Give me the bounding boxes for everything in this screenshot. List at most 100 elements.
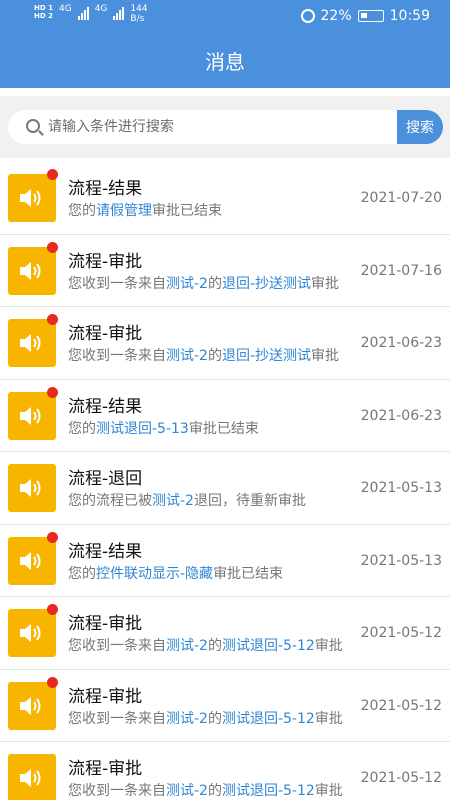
message-link[interactable]: 测试-2: [166, 276, 208, 292]
message-text: 审批: [314, 783, 343, 799]
message-text: 的: [207, 710, 222, 727]
message-title: 流程-结果: [68, 396, 143, 417]
unread-dot: [47, 386, 58, 398]
speed-value: 144: [130, 4, 148, 14]
message-text: 您收到一条来自: [68, 275, 166, 292]
message-text: 的: [207, 275, 222, 292]
message-avatar: [8, 391, 56, 440]
message-text: 审批已结束: [188, 420, 259, 437]
message-item[interactable]: 流程-审批您收到一条来自测试-2的测试退回-5-12审批 2021-05-12: [0, 669, 450, 742]
speaker-icon: [20, 696, 41, 715]
speaker-icon: [20, 189, 41, 207]
message-text: 的: [207, 348, 222, 364]
message-description: 您收到一条来自测试-2的测试退回-5-12审批: [68, 783, 358, 800]
message-link[interactable]: 测试-2: [166, 638, 208, 654]
search-bar: 搜索: [0, 96, 450, 158]
message-date: 2021-07-20: [360, 190, 442, 206]
speaker-icon: [20, 479, 41, 497]
status-right: 22% 10:59: [300, 8, 430, 24]
message-avatar: [8, 754, 56, 800]
network1-label: 4G: [58, 4, 72, 14]
status-left: HD 1 HD 2 4G 4G 144 B/s: [34, 4, 148, 24]
message-link[interactable]: 测试退回-5-12: [222, 783, 315, 799]
message-description: 您的测试退回-5-13审批已结束: [68, 421, 358, 438]
message-date: 2021-06-23: [360, 407, 442, 424]
message-title: 流程-审批: [68, 324, 143, 344]
search-icon: [26, 119, 40, 133]
message-item[interactable]: 流程-审批 您收到一条来自测试-2的退回-抄送测试审批 2021-07-16: [0, 234, 450, 307]
message-date: 2021-07-16: [360, 262, 442, 279]
message-avatar: [8, 536, 56, 585]
message-link[interactable]: 测试-2: [166, 711, 208, 727]
message-title: 流程-审批: [68, 614, 143, 634]
message-text: 审批: [311, 275, 340, 292]
sim1-label: HD 1: [34, 4, 53, 12]
message-item[interactable]: 流程-结果 您的测试退回-5-13审批已结束 2021-06-23: [0, 379, 450, 452]
message-link[interactable]: 测试-2: [166, 348, 208, 364]
message-item[interactable]: 流程-审批 您收到一条来自测试-2的测试退回-5-12审批 2021-05-12: [0, 597, 450, 670]
search-box: 搜索: [8, 110, 443, 144]
battery-percent: 22%: [320, 8, 352, 24]
page-title: 消息: [205, 50, 245, 74]
message-description: 您收到一条来自测试-2的测试退回-5-12审批: [68, 711, 358, 728]
search-input[interactable]: [48, 110, 398, 144]
message-item[interactable]: 流程-退回您的流程已被测试-2退回，待重新审批 2021-05-13: [0, 452, 450, 525]
message-avatar: [8, 681, 56, 730]
search-button[interactable]: 搜索: [397, 110, 443, 144]
message-link[interactable]: 测试-2: [152, 493, 194, 509]
speaker-icon: [20, 334, 41, 352]
message-link[interactable]: 退回-抄送测试: [222, 348, 311, 364]
message-text: 您收到一条来自: [68, 783, 166, 799]
message-text: 您的: [68, 565, 96, 582]
message-text: 审批: [311, 348, 340, 364]
message-text: 您的流程已被: [68, 493, 152, 509]
unread-dot: [47, 314, 58, 325]
message-avatar: [8, 319, 56, 367]
message-text: 的: [207, 638, 222, 654]
message-title: 流程-结果: [68, 541, 143, 562]
message-text: 审批已结束: [213, 565, 284, 582]
message-link[interactable]: 测试-2: [166, 783, 208, 799]
message-date: 2021-05-12: [360, 625, 442, 641]
message-text: 您收到一条来自: [68, 348, 166, 364]
clock: 10:59: [389, 8, 430, 24]
message-description: 您的控件联动显示-隐藏审批已结束: [68, 566, 358, 583]
message-date: 2021-05-13: [360, 480, 442, 496]
message-avatar: [8, 246, 56, 295]
message-avatar: [8, 174, 56, 222]
unread-dot: [47, 676, 58, 688]
message-title: 流程-审批: [68, 251, 143, 272]
message-title: 流程-审批: [68, 686, 143, 707]
network-speed: 144 B/s: [130, 4, 147, 24]
status-bar: HD 1 HD 2 4G 4G 144 B/s 22% 10:59: [0, 0, 450, 34]
message-date: 2021-05-13: [360, 552, 442, 569]
speaker-icon: [20, 624, 41, 642]
speaker-icon: [20, 769, 41, 787]
message-link[interactable]: 退回-抄送测试: [222, 276, 311, 292]
message-date: 2021-05-12: [360, 697, 442, 714]
message-text: 您收到一条来自: [68, 710, 166, 727]
message-item[interactable]: 流程-结果 您的请假管理审批已结束 2021-07-20: [0, 162, 450, 235]
message-link[interactable]: 测试退回-5-13: [96, 421, 189, 437]
message-item[interactable]: 流程-审批您收到一条来自测试-2的退回-抄送测试审批 2021-06-23: [0, 307, 450, 380]
speed-unit: B/s: [130, 14, 145, 24]
message-description: 您的流程已被测试-2退回，待重新审批: [68, 493, 358, 510]
message-text: 您的: [68, 203, 96, 219]
message-title: 流程-退回: [68, 469, 143, 489]
signal-icon: [113, 6, 125, 20]
message-date: 2021-06-23: [360, 335, 442, 351]
message-text: 您的: [68, 420, 96, 437]
message-link[interactable]: 测试退回-5-12: [222, 711, 315, 727]
message-item[interactable]: 流程-审批 您收到一条来自测试-2的测试退回-5-12审批 2021-05-12: [0, 742, 450, 800]
speaker-icon: [20, 261, 41, 280]
message-link[interactable]: 测试退回-5-12: [222, 638, 315, 654]
speaker-icon: [20, 406, 41, 425]
message-link[interactable]: 控件联动显示-隐藏: [96, 566, 213, 582]
message-item[interactable]: 流程-结果 您的控件联动显示-隐藏审批已结束 2021-05-13: [0, 524, 450, 597]
message-description: 您收到一条来自测试-2的退回-抄送测试审批: [68, 276, 358, 293]
message-link[interactable]: 请假管理: [96, 203, 152, 219]
sim2-label: HD 2: [34, 12, 53, 20]
speaker-icon: [20, 551, 41, 570]
sim-labels: HD 1 HD 2: [34, 4, 53, 20]
message-date: 2021-05-12: [360, 770, 442, 786]
